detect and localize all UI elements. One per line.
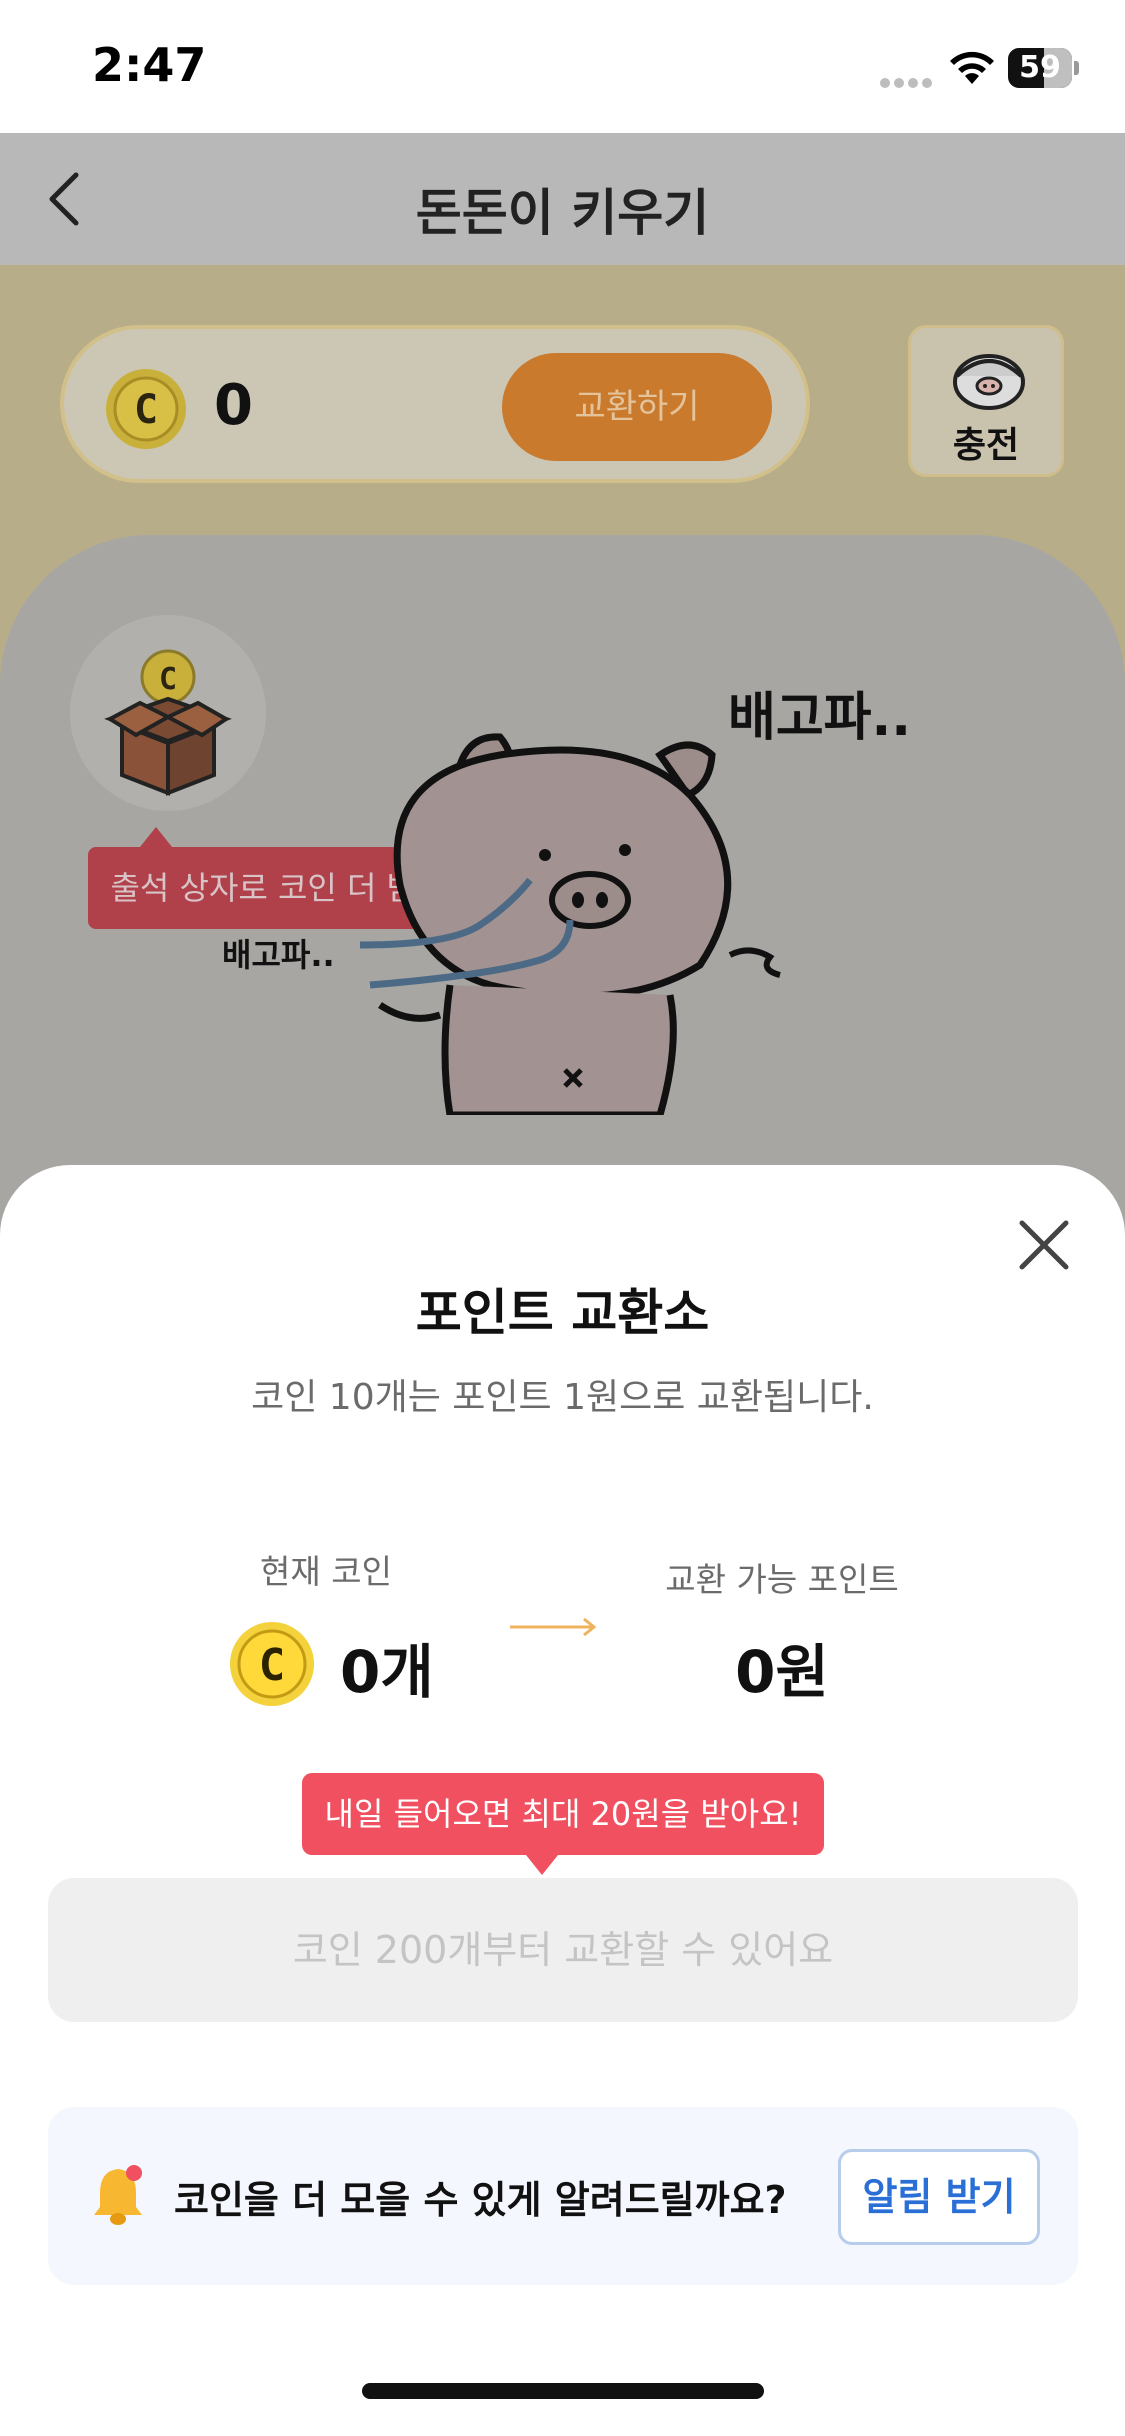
promo-tooltip: 내일 들어오면 최대 20원을 받아요! bbox=[302, 1773, 824, 1875]
signal-icon bbox=[880, 73, 936, 88]
current-coin-label: 현재 코인 bbox=[260, 1552, 392, 1591]
page-title: 돈돈이 키우기 bbox=[415, 184, 710, 242]
svg-text:C: C bbox=[259, 1640, 286, 1691]
charge-button[interactable]: 충전 bbox=[908, 325, 1064, 477]
app-header: 돈돈이 키우기 bbox=[0, 133, 1125, 265]
exchangeable-points-value: 0원 bbox=[735, 1638, 829, 1706]
wifi-icon bbox=[950, 51, 994, 84]
coin-balance-bar: C 0 교환하기 bbox=[60, 325, 810, 483]
bell-icon bbox=[94, 2165, 142, 2225]
svg-text:C: C bbox=[159, 662, 177, 697]
status-bar: 2:47 59 bbox=[0, 0, 1125, 133]
notification-button[interactable]: 알림 받기 bbox=[838, 2149, 1040, 2245]
gift-box-icon: C bbox=[104, 649, 232, 796]
exchange-disabled-button[interactable]: 코인 200개부터 교환할 수 있어요 bbox=[48, 1878, 1078, 2022]
arrow-right-icon bbox=[510, 1617, 597, 1637]
battery-level: 59 bbox=[1019, 50, 1061, 85]
status-time: 2:47 bbox=[92, 38, 207, 92]
notification-card: 코인을 더 모을 수 있게 알려드릴까요? 알림 받기 bbox=[48, 2107, 1078, 2285]
notification-text: 코인을 더 모을 수 있게 알려드릴까요? bbox=[174, 2178, 787, 2222]
current-coin-value: 0개 bbox=[340, 1638, 434, 1706]
sheet-subtitle: 코인 10개는 포인트 1원으로 교환됩니다. bbox=[251, 1377, 874, 1418]
close-icon[interactable] bbox=[1014, 1215, 1074, 1275]
coin-icon: C bbox=[230, 1622, 314, 1706]
exchangeable-points-label: 교환 가능 포인트 bbox=[665, 1560, 899, 1599]
coin-icon: C bbox=[106, 369, 186, 449]
attendance-gift-button[interactable]: C bbox=[70, 615, 266, 811]
charge-label: 충전 bbox=[952, 425, 1020, 466]
game-backdrop: C 0 교환하기 충전 C 출석 상자로 코인 더 받기 배고파.. 배고파.. bbox=[0, 265, 1125, 1285]
point-exchange-sheet: 포인트 교환소 코인 10개는 포인트 1원으로 교환됩니다. 현재 코인 C … bbox=[0, 1165, 1125, 2436]
pig-character[interactable] bbox=[340, 695, 800, 1115]
exchange-button[interactable]: 교환하기 bbox=[502, 353, 772, 461]
coin-count: 0 bbox=[214, 373, 253, 438]
pig-speech-small: 배고파.. bbox=[222, 936, 335, 974]
home-indicator bbox=[362, 2383, 764, 2399]
sheet-title: 포인트 교환소 bbox=[415, 1284, 710, 1342]
svg-text:C: C bbox=[134, 387, 158, 433]
battery-icon: 59 bbox=[1008, 48, 1080, 88]
piggy-icon bbox=[953, 354, 1025, 410]
